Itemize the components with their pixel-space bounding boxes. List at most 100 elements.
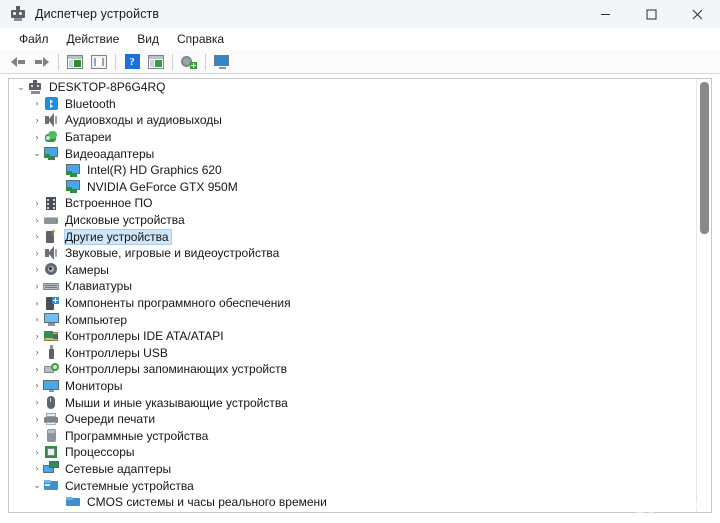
tree-row-nvidia-gtx-950m[interactable]: › NVIDIA GeForce GTX 950M [9,179,697,196]
chevron-down-icon[interactable]: ⌄ [31,146,43,162]
chevron-right-icon[interactable]: › [31,278,43,294]
chevron-right-icon[interactable]: › [31,229,43,245]
tree-row-label: Видеоадаптеры [65,146,155,161]
tree-row-software-devices[interactable]: › Программные устройства [9,427,697,444]
menu-item-action[interactable]: Действие [58,30,129,49]
tree-row-firmware[interactable]: › Встроенное ПО [9,195,697,212]
tree-row-label: Звуковые, игровые и видеоустройства [65,246,280,261]
disk-drive-icon [43,213,60,228]
device-tree-panel: ⌄ DESKTOP-8P6G4RQ › Bluetooth › Аудиовхо… [8,78,712,513]
chevron-right-icon[interactable]: › [31,312,43,328]
toolbar: ? [0,50,720,74]
tree-row-intel-hd-graphics[interactable]: › Intel(R) HD Graphics 620 [9,162,697,179]
bluetooth-icon [43,96,60,111]
tree-row-storage-controllers[interactable]: › Контроллеры запоминающих устройств [9,361,697,378]
tree-row-mice-pointing-devices[interactable]: › Мыши и иные указывающие устройства [9,394,697,411]
chevron-right-icon[interactable]: › [31,428,43,444]
chevron-right-icon[interactable]: › [31,461,43,477]
chevron-right-icon[interactable]: › [31,295,43,311]
menu-item-view[interactable]: Вид [128,30,168,49]
scrollbar-thumb[interactable] [700,82,709,234]
chevron-right-icon[interactable]: › [31,361,43,377]
tree-row-computer[interactable]: › Компьютер [9,311,697,328]
update-driver-button[interactable] [144,51,168,73]
chevron-right-icon[interactable]: › [31,262,43,278]
tree-row-print-queues[interactable]: › Очереди печати [9,411,697,428]
book-icon [91,54,107,69]
storage-controller-icon [43,362,60,377]
tree-row-bluetooth[interactable]: › Bluetooth [9,96,697,113]
tree-row-display-adapters[interactable]: ⌄ Видеоадаптеры [9,145,697,162]
printer-icon [43,412,60,427]
chevron-right-icon[interactable]: › [31,96,43,112]
scan-hardware-button[interactable] [177,51,201,73]
tree-row-desktop[interactable]: ⌄ DESKTOP-8P6G4RQ [9,79,697,96]
system-device-icon [65,495,82,510]
display-adapter-icon [65,163,82,178]
tree-row-software-components[interactable]: › Компоненты программного обеспечения [9,295,697,312]
tree-row-label: NVIDIA GeForce GTX 950M [87,179,238,194]
tree-row-label: Процессоры [65,445,135,460]
add-legacy-hardware-button[interactable] [210,51,234,73]
close-button[interactable] [674,0,720,28]
software-device-icon [43,428,60,443]
chevron-right-icon[interactable]: › [31,345,43,361]
chevron-placeholder-icon: › [53,162,65,178]
show-hidden-button[interactable] [87,51,111,73]
chevron-placeholder-icon: › [53,494,65,510]
tree-row-processors[interactable]: › Процессоры [9,444,697,461]
tree-row-label: Аудиовходы и аудиовыходы [65,113,222,128]
tree-row-usb-controllers[interactable]: › Контроллеры USB [9,345,697,362]
monitor-icon [213,54,231,69]
chevron-right-icon[interactable]: › [31,395,43,411]
chevron-right-icon[interactable]: › [31,212,43,228]
tree-row-keyboards[interactable]: › Клавиатуры [9,278,697,295]
display-adapter-icon [43,146,60,161]
speaker-icon [43,112,60,128]
forward-button[interactable] [30,51,54,73]
chevron-right-icon[interactable]: › [31,129,43,145]
menu-item-help[interactable]: Справка [168,30,233,49]
computer-icon [43,312,60,327]
chevron-right-icon[interactable]: › [31,195,43,211]
minimize-button[interactable] [582,0,628,28]
ide-controller-icon [43,329,60,344]
tree-row-label: Камеры [65,262,109,277]
mouse-icon [43,395,60,410]
tree-row-system-devices[interactable]: ⌄ Системные устройства [9,477,697,494]
chevron-right-icon[interactable]: › [31,328,43,344]
device-manager-window: Диспетчер устройств Файл Действие Вид Сп… [0,0,720,523]
tree-row-ide-ata-atapi-controllers[interactable]: › Контроллеры IDE ATA/ATAPI [9,328,697,345]
menu-item-file[interactable]: Файл [10,30,58,49]
maximize-button[interactable] [628,0,674,28]
tree-row-disk-drives[interactable]: › Дисковые устройства [9,212,697,229]
chevron-right-icon[interactable]: › [31,378,43,394]
properties-button[interactable] [63,51,87,73]
tree-row-batteries[interactable]: › Батареи [9,129,697,146]
tree-row-cameras[interactable]: › Камеры [9,262,697,279]
tree-row-label: Компоненты программного обеспечения [65,296,291,311]
chevron-down-icon[interactable]: ⌄ [31,478,43,494]
computer-root-icon [27,79,44,95]
chevron-right-icon[interactable]: › [31,444,43,460]
window-controls [582,0,720,28]
tree-row-label: Контроллеры IDE ATA/ATAPI [65,329,224,344]
chevron-right-icon[interactable]: › [31,245,43,261]
tree-row-monitors[interactable]: › Мониторы [9,378,697,395]
tree-row-network-adapters[interactable]: › Сетевые адаптеры [9,461,697,478]
tree-row-label: CMOS системы и часы реального времени [87,495,327,510]
battery-icon [43,130,60,145]
tree-row-cmos-realtime-clock[interactable]: › CMOS системы и часы реального времени [9,494,697,511]
tree-row-label: Батареи [65,130,112,145]
chevron-down-icon[interactable]: ⌄ [15,79,27,95]
keyboard-icon [43,279,60,294]
chevron-right-icon[interactable]: › [31,112,43,128]
chevron-right-icon[interactable]: › [31,411,43,427]
tree-row-audio-inputs-outputs[interactable]: › Аудиовходы и аудиовыходы [9,112,697,129]
tree-row-sound-video-game-controllers[interactable]: › Звуковые, игровые и видеоустройства [9,245,697,262]
software-component-icon [43,296,60,311]
tree-row-other-devices[interactable]: › ? Другие устройства [9,228,697,245]
back-button[interactable] [6,51,30,73]
vertical-scrollbar[interactable] [696,79,711,512]
help-button[interactable]: ? [120,51,144,73]
